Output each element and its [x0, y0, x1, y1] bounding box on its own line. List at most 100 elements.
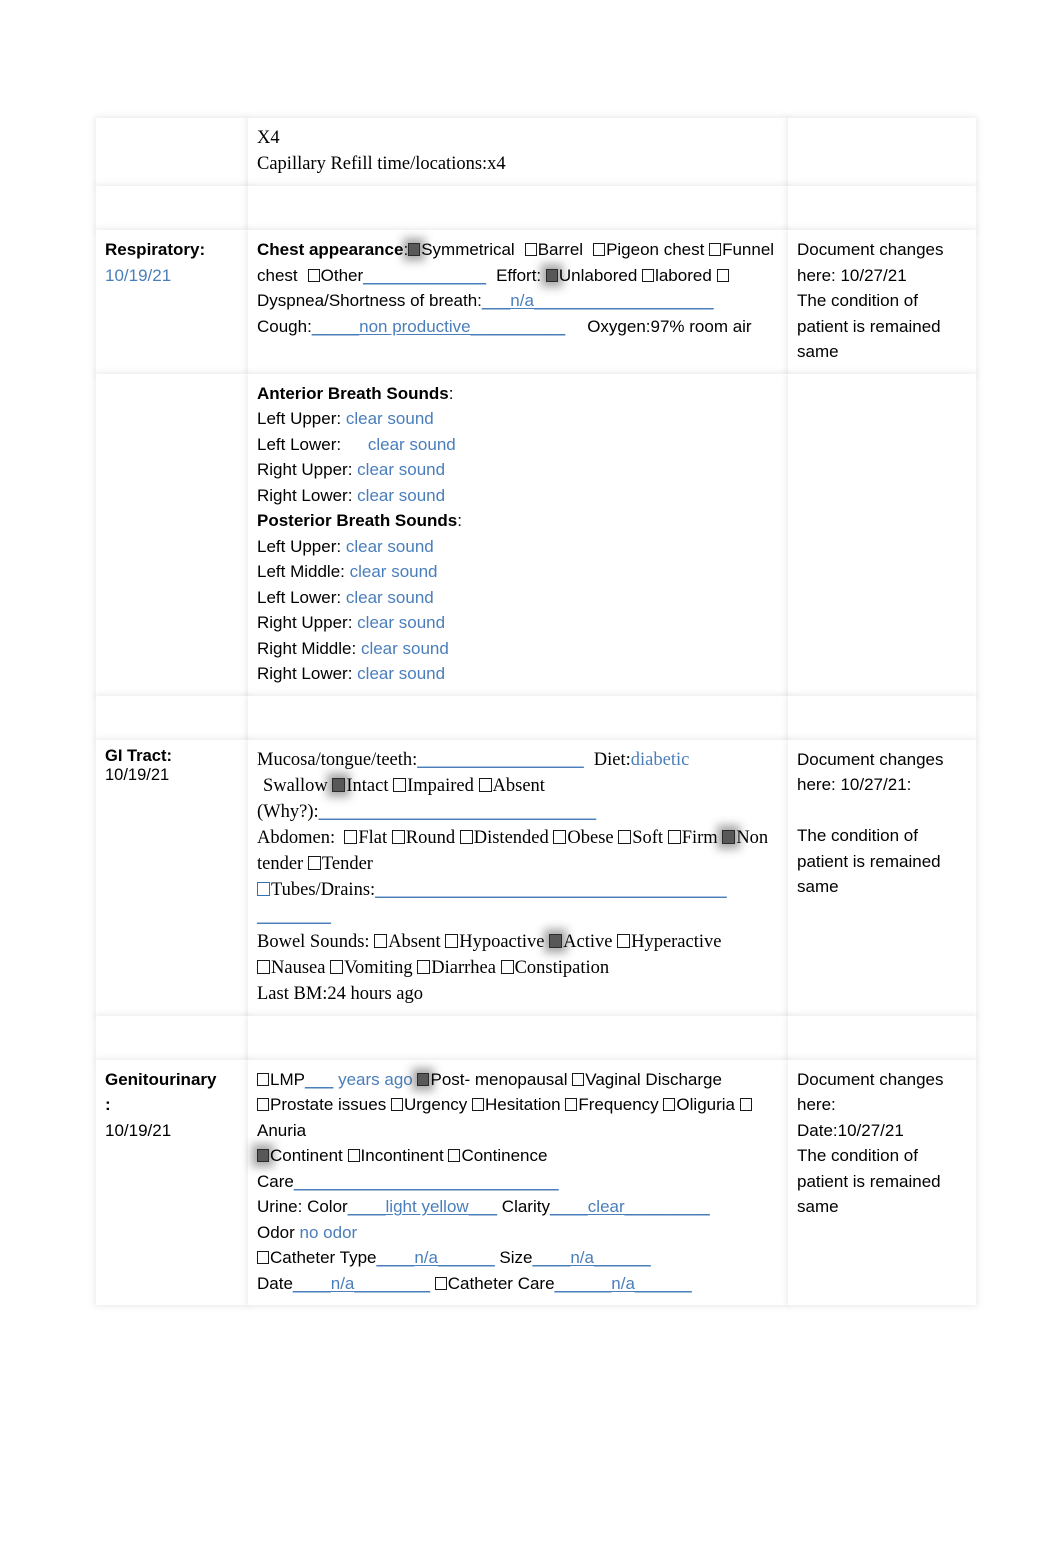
catheter-date-value[interactable]: n/a	[331, 1274, 355, 1293]
chest-appearance-label: Chest appearance	[257, 240, 404, 259]
breath-blank-post[interactable]: ___________________	[534, 291, 714, 310]
checkbox-symmetrical[interactable]	[408, 243, 421, 256]
odor-label: Odor	[257, 1222, 295, 1242]
checkbox-lmp[interactable]	[257, 1072, 269, 1086]
checkbox-frequency[interactable]	[565, 1098, 578, 1111]
checkbox-labored[interactable]	[642, 268, 655, 282]
respiratory-note-line-5: same	[797, 342, 839, 361]
catheter-size-value[interactable]: n/a	[570, 1248, 594, 1267]
checkbox-dyspnea[interactable]	[716, 268, 729, 282]
checkbox-hesitation[interactable]	[472, 1098, 485, 1111]
label-barrel: Barrel	[537, 240, 584, 259]
breath-blank-pre[interactable]: ___	[482, 291, 510, 310]
tubes-drains-line2: ________	[257, 903, 779, 929]
catheter-care-pre[interactable]: ______	[555, 1274, 612, 1293]
catheter-size-post[interactable]: ______	[594, 1248, 651, 1267]
checkbox-constipation[interactable]	[500, 959, 514, 974]
cough-value[interactable]: non productive	[359, 317, 471, 336]
catheter-date-pre[interactable]: ____	[293, 1274, 331, 1293]
document-page: X4 Capillary Refill time/locations:x4 Re…	[0, 0, 1062, 1556]
posterior-right-lower: Right Lower: clear sound	[257, 661, 779, 687]
checkbox-bowel-hypoactive[interactable]	[445, 933, 459, 948]
catheter-type-post[interactable]: ______	[438, 1248, 495, 1267]
checkbox-abdomen-tender[interactable]	[307, 855, 321, 870]
checkbox-abdomen-flat[interactable]	[344, 829, 358, 844]
cell-toprow-label	[96, 118, 248, 186]
urine-color-pre[interactable]: ____	[348, 1197, 386, 1216]
why-blank[interactable]: ______________________________	[319, 802, 597, 822]
cough-line: Cough:_____non productive__________ Oxyge…	[257, 314, 779, 340]
checkbox-swallow-intact[interactable]	[332, 777, 346, 792]
checkbox-post-menopausal[interactable]	[417, 1072, 430, 1086]
clarity-post[interactable]: _________	[625, 1197, 710, 1216]
checkbox-bowel-absent[interactable]	[374, 933, 388, 948]
checkbox-abdomen-non-tender[interactable]	[722, 829, 736, 844]
checkbox-nausea[interactable]	[257, 959, 270, 974]
tubes-blank-2[interactable]: ________	[257, 906, 331, 926]
checkbox-barrel[interactable]	[524, 243, 537, 256]
checkbox-catheter-type[interactable]	[257, 1251, 269, 1264]
checkbox-pigeon-chest[interactable]	[593, 243, 606, 256]
urine-color-value[interactable]: light yellow	[386, 1197, 469, 1216]
gu-note-line-5: patient is remained	[797, 1171, 941, 1191]
catheter-care-post[interactable]: ______	[635, 1274, 692, 1293]
genitourinary-date: 10/19/21	[105, 1120, 172, 1140]
catheter-type-value[interactable]: n/a	[414, 1248, 438, 1267]
checkbox-unlabored[interactable]	[545, 268, 558, 282]
gu-row-1: LMP___ years ago Post- menopausal Vagina…	[257, 1067, 779, 1093]
continence-care-blank[interactable]: ____________________________	[294, 1172, 559, 1191]
gu-note-line-6: same	[797, 1197, 839, 1216]
checkbox-oliguria[interactable]	[663, 1098, 676, 1111]
checkbox-diarrhea[interactable]	[417, 959, 431, 974]
label-bowel-hyperactive: Hyperactive	[631, 931, 722, 952]
checkbox-funnel-chest[interactable]	[709, 243, 722, 256]
cough-label: Cough:	[257, 316, 312, 336]
checkbox-incontinent[interactable]	[347, 1149, 360, 1162]
gu-note-line-1: Document changes	[797, 1069, 944, 1089]
checkbox-bowel-active[interactable]	[549, 933, 563, 948]
label-nausea: Nausea	[271, 957, 326, 978]
cell-breath-notes	[788, 373, 976, 696]
checkbox-tubes-drains[interactable]	[257, 881, 270, 896]
catheter-date-post[interactable]: ________	[354, 1274, 430, 1293]
other-blank[interactable]: _____________	[363, 266, 486, 285]
checkbox-abdomen-round[interactable]	[391, 829, 405, 844]
tubes-blank[interactable]: ______________________________________	[375, 880, 727, 900]
respiratory-note-line-3: The condition of	[797, 291, 918, 310]
checkbox-continent[interactable]	[257, 1149, 269, 1162]
checkbox-swallow-absent[interactable]	[478, 777, 492, 792]
label-catheter-care: Catheter Care	[447, 1273, 555, 1293]
capillary-x4: X4	[257, 128, 280, 148]
cough-blank-pre[interactable]: _____	[312, 317, 359, 336]
odor-value: no odor	[299, 1222, 358, 1242]
checkbox-swallow-impaired[interactable]	[393, 777, 407, 792]
checkbox-abdomen-firm[interactable]	[667, 829, 681, 844]
checkbox-anuria[interactable]	[739, 1098, 752, 1111]
lmp-blank[interactable]: ___	[305, 1070, 333, 1089]
gu-row-3: Continent Incontinent Continence Care___…	[257, 1143, 779, 1194]
checkbox-bowel-hyperactive[interactable]	[617, 933, 631, 948]
catheter-care-value[interactable]: n/a	[611, 1274, 635, 1293]
cell-breath-content: Anterior Breath Sounds: Left Upper: clea…	[248, 373, 788, 696]
checkbox-abdomen-soft[interactable]	[618, 829, 632, 844]
urine-color-post[interactable]: ___	[469, 1197, 497, 1216]
clarity-value[interactable]: clear	[588, 1197, 625, 1216]
cough-blank-post[interactable]: __________	[471, 317, 566, 336]
checkbox-abdomen-obese[interactable]	[553, 829, 567, 844]
checkbox-vaginal-discharge[interactable]	[572, 1072, 585, 1086]
checkbox-abdomen-distended[interactable]	[459, 829, 473, 844]
checkbox-vomiting[interactable]	[330, 959, 344, 974]
catheter-type-pre[interactable]: ____	[376, 1248, 414, 1267]
checkbox-prostate-issues[interactable]	[257, 1098, 269, 1111]
site-label: Right Upper:	[257, 460, 353, 479]
catheter-size-pre[interactable]: ____	[533, 1248, 571, 1267]
checkbox-urgency[interactable]	[390, 1098, 403, 1111]
checkbox-other[interactable]	[307, 268, 320, 282]
site-value: clear sound	[357, 485, 446, 505]
breath-value[interactable]: n/a	[510, 291, 534, 310]
checkbox-catheter-care[interactable]	[434, 1276, 447, 1290]
checkbox-continence-care[interactable]	[448, 1149, 461, 1162]
mucosa-blank[interactable]: __________________	[417, 750, 584, 770]
abdomen-line: Abdomen: Flat Round Distended Obese Soft…	[257, 825, 779, 877]
clarity-pre[interactable]: ____	[550, 1197, 588, 1216]
